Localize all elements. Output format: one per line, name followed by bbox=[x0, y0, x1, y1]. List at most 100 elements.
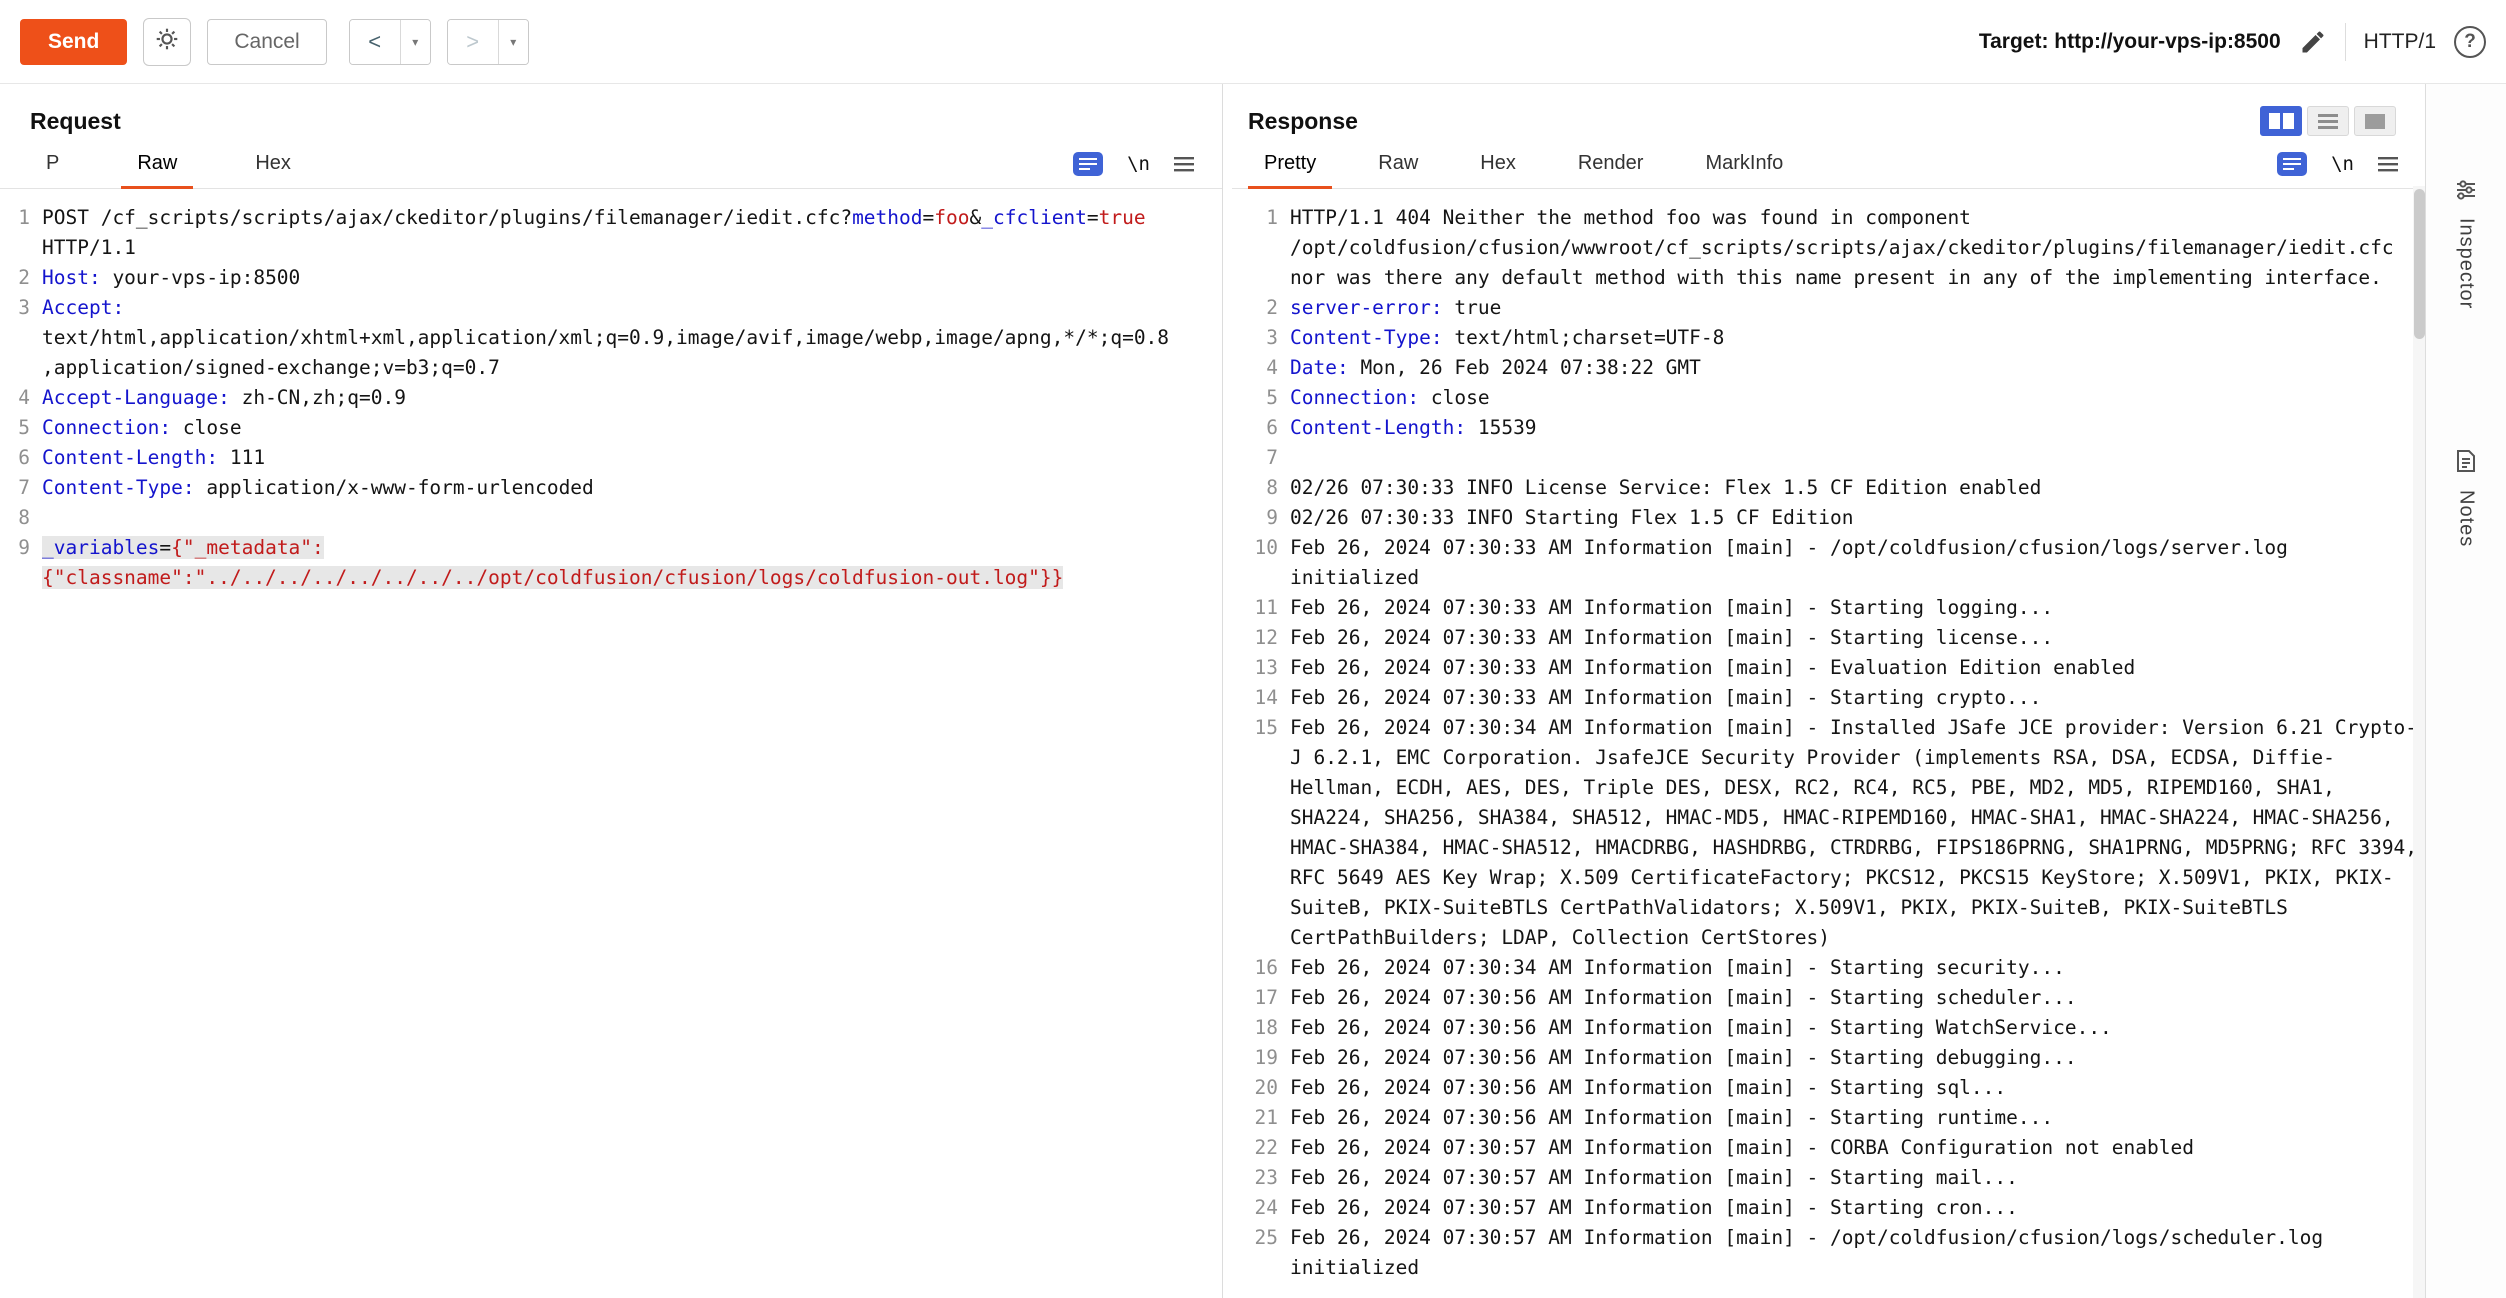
code-line: 802/26 07:30:33 INFO License Service: Fl… bbox=[1244, 473, 2426, 503]
rows-view-toggle[interactable] bbox=[2307, 106, 2349, 136]
code-text: Accept-Language: zh-CN,zh;q=0.9 bbox=[42, 383, 1169, 413]
code-text: Content-Type: application/x-www-form-url… bbox=[42, 473, 1169, 503]
code-text: 02/26 07:30:33 INFO License Service: Fle… bbox=[1290, 473, 2417, 503]
code-text: Host: your-vps-ip:8500 bbox=[42, 263, 1169, 293]
code-line: 7Content-Type: application/x-www-form-ur… bbox=[4, 473, 1222, 503]
code-line: 15Feb 26, 2024 07:30:34 AM Information [… bbox=[1244, 713, 2426, 953]
code-line: 3Content-Type: text/html;charset=UTF-8 bbox=[1244, 323, 2426, 353]
code-text: Feb 26, 2024 07:30:34 AM Information [ma… bbox=[1290, 953, 2417, 983]
help-icon[interactable]: ? bbox=[2454, 26, 2486, 58]
edit-target-pencil-icon[interactable] bbox=[2299, 28, 2327, 56]
target-label: Target: http://your-vps-ip:8500 bbox=[1979, 30, 2281, 54]
code-text: Feb 26, 2024 07:30:57 AM Information [ma… bbox=[1290, 1193, 2417, 1223]
code-line: 2Host: your-vps-ip:8500 bbox=[4, 263, 1222, 293]
line-number: 24 bbox=[1244, 1193, 1278, 1223]
history-forward-button[interactable]: > bbox=[448, 20, 498, 64]
code-text: Feb 26, 2024 07:30:57 AM Information [ma… bbox=[1290, 1133, 2417, 1163]
code-line: 9 _variables={"_metadata":{"classname":".… bbox=[4, 533, 1222, 593]
response-tab-hex[interactable]: Hex bbox=[1464, 140, 1532, 189]
sliders-icon bbox=[2455, 179, 2477, 206]
gear-icon bbox=[154, 26, 180, 57]
line-number: 10 bbox=[1244, 533, 1278, 563]
response-tabs: Pretty Raw Hex Render MarkInfo \n bbox=[1232, 140, 2426, 189]
response-tab-raw[interactable]: Raw bbox=[1362, 140, 1434, 189]
inspector-rail-tab[interactable]: Inspector bbox=[2426, 179, 2506, 309]
code-line: 12Feb 26, 2024 07:30:33 AM Information [… bbox=[1244, 623, 2426, 653]
history-forward-split-button: > ▾ bbox=[447, 19, 529, 65]
response-tab-render[interactable]: Render bbox=[1562, 140, 1660, 189]
request-panel-head: Request bbox=[0, 84, 1222, 140]
history-forward-dropdown[interactable]: ▾ bbox=[498, 20, 528, 64]
line-number: 3 bbox=[4, 293, 30, 323]
line-number: 17 bbox=[1244, 983, 1278, 1013]
code-line: 5Connection: close bbox=[4, 413, 1222, 443]
hamburger-menu-icon[interactable] bbox=[1174, 155, 1194, 173]
line-number: 3 bbox=[1244, 323, 1278, 353]
line-number: 15 bbox=[1244, 713, 1278, 743]
code-text: Content-Length: 15539 bbox=[1290, 413, 2417, 443]
code-text: Feb 26, 2024 07:30:33 AM Information [ma… bbox=[1290, 653, 2417, 683]
request-title: Request bbox=[30, 108, 121, 135]
code-line: 17 Feb 26, 2024 07:30:56 AM Information [… bbox=[1244, 983, 2426, 1013]
response-editor[interactable]: 1HTTP/1.1 404 Neither the method foo was… bbox=[1232, 189, 2426, 1283]
line-number: 2 bbox=[1244, 293, 1278, 323]
line-number: 22 bbox=[1244, 1133, 1278, 1163]
line-number: 1 bbox=[4, 203, 30, 233]
code-line: 3Accept: text/html,application/xhtml+xml… bbox=[4, 293, 1222, 383]
panel-divider[interactable] bbox=[1222, 84, 1223, 1298]
columns-view-toggle[interactable] bbox=[2260, 106, 2302, 136]
response-tab-pretty[interactable]: Pretty bbox=[1248, 140, 1332, 189]
code-line: 7 bbox=[1244, 443, 2426, 473]
line-number: 9 bbox=[4, 533, 30, 563]
send-button[interactable]: Send bbox=[20, 19, 127, 65]
code-line: 24 Feb 26, 2024 07:30:57 AM Information [… bbox=[1244, 1193, 2426, 1223]
history-back-dropdown[interactable]: ▾ bbox=[400, 20, 430, 64]
request-panel: Request P Raw Hex \n 1 POST /cf_scripts/s… bbox=[0, 84, 1222, 1298]
code-text: server-error: true bbox=[1290, 293, 2417, 323]
notes-rail-label: Notes bbox=[2455, 490, 2478, 547]
code-line: 10Feb 26, 2024 07:30:33 AM Information [… bbox=[1244, 533, 2426, 593]
code-line: 902/26 07:30:33 INFO Starting Flex 1.5 C… bbox=[1244, 503, 2426, 533]
code-line: 25Feb 26, 2024 07:30:57 AM Information [… bbox=[1244, 1223, 2426, 1283]
request-tab-pretty[interactable]: P bbox=[30, 140, 75, 189]
http-version-selector[interactable]: HTTP/1 bbox=[2364, 30, 2436, 54]
line-number: 5 bbox=[1244, 383, 1278, 413]
response-title: Response bbox=[1248, 108, 1358, 135]
word-wrap-icon[interactable] bbox=[1073, 152, 1103, 176]
notes-rail-tab[interactable]: Notes bbox=[2426, 449, 2506, 547]
single-view-toggle[interactable] bbox=[2354, 106, 2396, 136]
code-text: Feb 26, 2024 07:30:56 AM Information [ma… bbox=[1290, 1103, 2417, 1133]
response-scrollbar-thumb[interactable] bbox=[2414, 189, 2425, 339]
code-text: _variables={"_metadata":{"classname":"..… bbox=[42, 533, 1169, 593]
line-number: 6 bbox=[4, 443, 30, 473]
request-tab-raw[interactable]: Raw bbox=[121, 140, 193, 189]
code-line: 6Content-Length: 15539 bbox=[1244, 413, 2426, 443]
code-line: 1HTTP/1.1 404 Neither the method foo was… bbox=[1244, 203, 2426, 293]
code-text: Feb 26, 2024 07:30:56 AM Information [ma… bbox=[1290, 983, 2417, 1013]
code-text: POST /cf_scripts/scripts/ajax/ckeditor/p… bbox=[42, 203, 1169, 263]
code-text bbox=[42, 503, 1169, 533]
code-text: Feb 26, 2024 07:30:57 AM Information [ma… bbox=[1290, 1223, 2417, 1283]
show-newlines-toggle[interactable]: \n bbox=[2331, 153, 2354, 175]
line-number: 7 bbox=[1244, 443, 1278, 473]
request-editor[interactable]: 1 POST /cf_scripts/scripts/ajax/ckeditor/… bbox=[0, 189, 1222, 593]
show-newlines-toggle[interactable]: \n bbox=[1127, 153, 1150, 175]
code-line: 11Feb 26, 2024 07:30:33 AM Information [… bbox=[1244, 593, 2426, 623]
line-number: 19 bbox=[1244, 1043, 1278, 1073]
code-text: Feb 26, 2024 07:30:33 AM Information [ma… bbox=[1290, 683, 2417, 713]
request-tabs: P Raw Hex \n bbox=[0, 140, 1222, 189]
line-number: 1 bbox=[1244, 203, 1278, 233]
request-editor-icons: \n bbox=[1073, 152, 1194, 176]
line-number: 14 bbox=[1244, 683, 1278, 713]
code-text: Feb 26, 2024 07:30:56 AM Information [ma… bbox=[1290, 1073, 2417, 1103]
word-wrap-icon[interactable] bbox=[2277, 152, 2307, 176]
history-back-button[interactable]: < bbox=[350, 20, 400, 64]
target-url: http://your-vps-ip:8500 bbox=[2054, 30, 2280, 53]
cancel-button[interactable]: Cancel bbox=[207, 19, 326, 65]
hamburger-menu-icon[interactable] bbox=[2378, 155, 2398, 173]
request-settings-button[interactable] bbox=[143, 18, 191, 66]
response-tab-markinfo[interactable]: MarkInfo bbox=[1689, 140, 1799, 189]
request-tab-hex[interactable]: Hex bbox=[239, 140, 307, 189]
code-text: Connection: close bbox=[42, 413, 1169, 443]
toolbar-separator bbox=[2345, 23, 2346, 61]
